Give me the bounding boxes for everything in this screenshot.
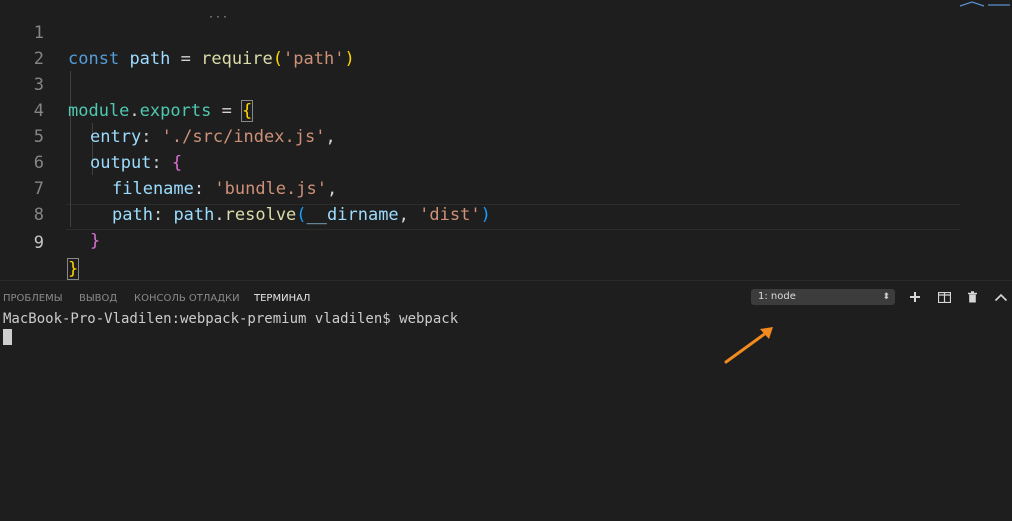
tab-problems[interactable]: ПРОБЛЕМЫ xyxy=(3,290,63,308)
tab-terminal[interactable]: ТЕРМИНАЛ xyxy=(254,290,310,308)
tab-output[interactable]: ВЫВОД xyxy=(79,290,117,308)
line-number: 9 xyxy=(33,233,44,253)
plus-icon[interactable] xyxy=(906,288,924,306)
code-line-2: 2 xyxy=(0,20,1012,69)
tab-debug-console[interactable]: КОНСОЛЬ ОТЛАДКИ xyxy=(134,290,240,308)
code-line-1: 1 const path = require('path') xyxy=(0,0,1012,69)
watermark-logo xyxy=(959,1,1010,7)
code-line-9: 9 } xyxy=(0,204,1012,280)
code-line-3: 3 module.exports = { xyxy=(0,46,1012,122)
split-terminal-icon[interactable] xyxy=(935,288,953,306)
code-line-5: 5 output: { xyxy=(0,98,1012,173)
select-arrows-icon: ⬍ xyxy=(882,292,890,302)
terminal-select-value: 1: node xyxy=(758,291,796,302)
chevron-up-icon[interactable] xyxy=(992,288,1010,306)
code-editor[interactable]: 1 const path = require('path') ··· 2 3 m… xyxy=(0,0,1012,280)
code-line-6: 6 filename: 'bundle.js', xyxy=(0,124,1012,199)
terminal-cursor xyxy=(3,329,12,345)
terminal-select[interactable]: 1: node ⬍ xyxy=(751,289,895,305)
terminal-output-line: MacBook-Pro-Vladilen:webpack-premium vla… xyxy=(3,311,459,327)
bottom-panel: ПРОБЛЕМЫ ВЫВОД КОНСОЛЬ ОТЛАДКИ ТЕРМИНАЛ … xyxy=(0,280,1012,521)
code-line-4: 4 entry: './src/index.js', xyxy=(0,72,1012,147)
code-line-7: 7 path: path.resolve(__dirname, 'dist') xyxy=(0,150,1012,225)
orange-arrow-annotation xyxy=(724,327,773,364)
code-line-8: 8 } xyxy=(0,176,1012,251)
trash-icon[interactable] xyxy=(963,288,981,306)
